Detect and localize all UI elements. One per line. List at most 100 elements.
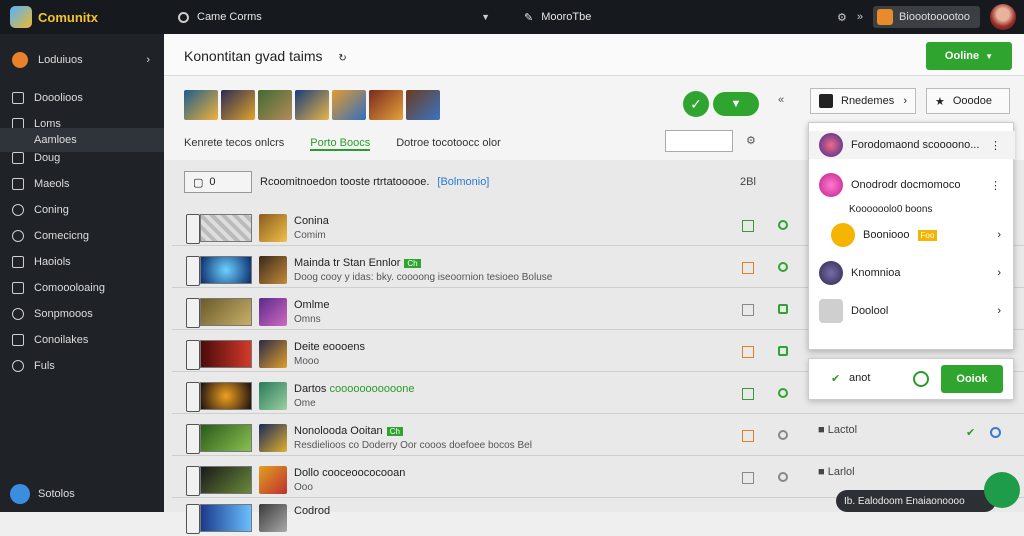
row-sub: Resdielioos co Doderry Oor cooos doefoee… <box>294 440 532 451</box>
logo-icon <box>10 6 32 28</box>
row-image <box>200 504 252 532</box>
page-header: Konontitan gvad taims ↻ Ooline▼ <box>164 34 1024 76</box>
list-heading-link[interactable]: [Bolmonio] <box>437 176 489 188</box>
more-icon[interactable]: ⋮ <box>990 179 1001 192</box>
info-icon[interactable] <box>990 427 1001 438</box>
row-checkbox[interactable] <box>186 340 200 370</box>
row-image <box>200 466 252 494</box>
search-value: 0 <box>209 176 215 188</box>
sidebar-item-4[interactable]: Doug <box>0 146 164 170</box>
row-avatar <box>259 466 287 494</box>
dropdown-item[interactable]: Booniooo Foo › <box>809 221 1015 249</box>
sidebar-item-7[interactable]: Comecicng <box>0 224 164 248</box>
sidebar-item-1[interactable]: Dooolioos <box>0 86 164 110</box>
filter-tab[interactable]: Dotroe tocotoocc olor <box>396 137 501 151</box>
row-title-text: Dollo <box>294 467 319 479</box>
sidebar-item-label: Comoooloaing <box>34 282 105 294</box>
status-icon[interactable] <box>778 388 788 398</box>
sidebar-item-10[interactable]: Sonpmooos <box>0 302 164 326</box>
account-pill[interactable]: Bioootooootoo <box>873 6 980 28</box>
sidebar-item-8[interactable]: Haoiols <box>0 250 164 274</box>
more-icon[interactable]: ⋮ <box>990 139 1001 152</box>
sidebar-item-12[interactable]: Fuls <box>0 354 164 378</box>
cancel-button[interactable]: anot <box>849 372 870 384</box>
confirm-round-button[interactable]: ✓ <box>683 91 709 117</box>
row-checkbox[interactable] <box>186 256 200 286</box>
sidebar-item-home[interactable]: Loduiuos › <box>0 48 164 72</box>
manage-button[interactable]: Rnedemes › <box>810 88 916 114</box>
game-thumbnail[interactable] <box>406 90 440 120</box>
filter-dropdown-button[interactable]: ▼ <box>713 92 759 116</box>
chevron-right-icon: › <box>997 267 1001 279</box>
game-thumbnail[interactable] <box>221 90 255 120</box>
edit-icon[interactable] <box>742 304 754 316</box>
sidebar-item-label: Dooolioos <box>34 92 83 104</box>
row-checkbox[interactable] <box>186 298 200 328</box>
game-thumbnail[interactable] <box>184 90 218 120</box>
row-checkbox[interactable] <box>186 504 200 534</box>
edit-icon[interactable] <box>742 346 754 358</box>
filter-tab-active[interactable]: Porto Boocs <box>310 137 370 151</box>
sidebar-item-11[interactable]: Conoilakes <box>0 328 164 352</box>
search-input[interactable]: ▢0 <box>184 171 252 193</box>
settings-button[interactable]: ★ Ooodoe <box>926 88 1010 114</box>
dropdown-item[interactable]: Forodomaond scoooono... ⋮ <box>809 131 1015 159</box>
grid-icon <box>12 178 24 190</box>
check-circle-icon[interactable] <box>913 371 929 387</box>
row-avatar <box>259 340 287 368</box>
sidebar-item-label: Loduiuos <box>38 54 83 66</box>
dropdown-item[interactable]: Doolool › <box>809 297 1015 325</box>
status-icon[interactable] <box>778 346 788 356</box>
online-button-label: Ooline <box>945 50 979 62</box>
row-checkbox[interactable] <box>186 382 200 412</box>
chevron-down-icon[interactable]: ▼ <box>481 12 490 22</box>
quick-search-input[interactable] <box>665 130 733 152</box>
compass-icon <box>12 360 24 372</box>
online-button[interactable]: Ooline▼ <box>926 42 1012 70</box>
row-image <box>200 424 252 452</box>
tab-tools[interactable]: ✎ MooroTbe <box>504 11 794 24</box>
chat-bubble-icon[interactable] <box>984 472 1020 508</box>
sidebar-item-5[interactable]: Maeols <box>0 172 164 196</box>
dropdown-item[interactable]: Knomnioa › <box>809 259 1015 287</box>
chevron-left-icon[interactable]: « <box>778 94 784 106</box>
game-thumbnail[interactable] <box>295 90 329 120</box>
sidebar-item-label: Aamloes <box>34 134 77 146</box>
edit-icon[interactable] <box>742 388 754 400</box>
sidebar-user[interactable]: Sotolos <box>10 484 75 504</box>
tab-games[interactable]: Came Corms ▼ <box>164 11 504 23</box>
check-icon[interactable]: ✔ <box>966 426 975 439</box>
edit-icon[interactable] <box>742 262 754 274</box>
row-side-text: Lactol <box>828 424 857 436</box>
status-icon[interactable] <box>778 472 788 482</box>
status-icon[interactable] <box>778 262 788 272</box>
game-thumbnail[interactable] <box>258 90 292 120</box>
avatar[interactable] <box>990 4 1016 30</box>
table-row[interactable]: Nonolooda OoitanCh Resdielioos co Doderr… <box>172 416 1024 456</box>
globe-icon <box>12 230 24 242</box>
status-icon[interactable] <box>778 304 788 314</box>
app-logo[interactable]: Comunitx <box>0 6 164 28</box>
edit-icon[interactable] <box>742 472 754 484</box>
expand-icon[interactable]: » <box>857 11 863 23</box>
edit-icon[interactable] <box>742 220 754 232</box>
sidebar-item-9[interactable]: Comoooloaing <box>0 276 164 300</box>
dropdown-item[interactable]: Onodrodr docmomoco ⋮ <box>809 171 1015 199</box>
filter-tab[interactable]: Kenrete tecos onlcrs <box>184 137 284 151</box>
row-checkbox[interactable] <box>186 466 200 496</box>
ok-button[interactable]: Ooiok <box>941 365 1003 393</box>
edit-icon[interactable] <box>742 430 754 442</box>
settings-icon[interactable]: ⚙ <box>837 11 847 24</box>
row-checkbox[interactable] <box>186 424 200 454</box>
row-checkbox[interactable] <box>186 214 200 244</box>
sidebar-item-label: Fuls <box>34 360 55 372</box>
sidebar-item-6[interactable]: Coning <box>0 198 164 222</box>
game-thumbnail[interactable] <box>332 90 366 120</box>
refresh-icon[interactable]: ↻ <box>338 53 346 64</box>
filter-icon[interactable]: ⚙ <box>746 134 756 147</box>
status-icon[interactable] <box>778 220 788 230</box>
row-title: Conina <box>294 215 329 227</box>
game-thumbnail[interactable] <box>369 90 403 120</box>
status-icon[interactable] <box>778 430 788 440</box>
tab-tools-label: MooroTbe <box>541 11 591 23</box>
